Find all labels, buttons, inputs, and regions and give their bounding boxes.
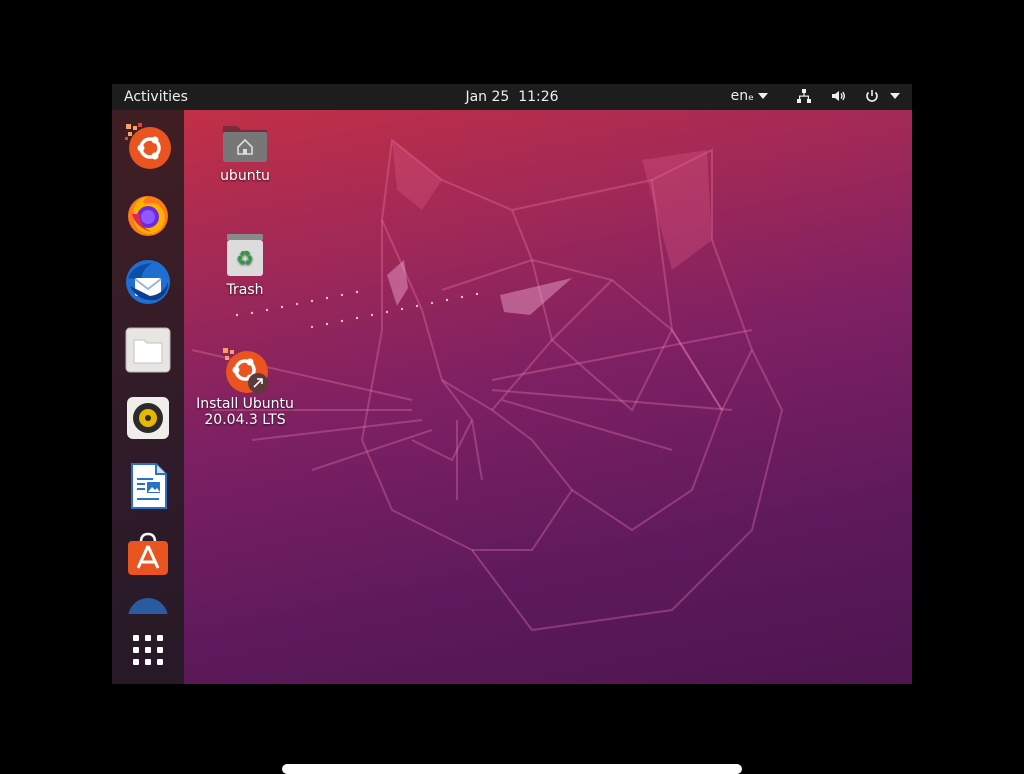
network-icon[interactable]	[796, 88, 812, 104]
input-source-menu[interactable]: enₑ	[731, 88, 768, 104]
desktop-icon-label: ubuntu	[220, 168, 270, 184]
trash-icon: ♻	[221, 232, 269, 280]
dock-item-libreoffice-writer[interactable]	[124, 462, 172, 510]
ubuntu-software-icon	[128, 532, 168, 575]
dock-item-firefox[interactable]	[124, 190, 172, 238]
dock-item-help[interactable]	[124, 594, 172, 614]
ubuntu-installer-icon	[125, 123, 171, 169]
bottom-edge-bar	[282, 764, 742, 774]
desktop-icon-install-ubuntu[interactable]: Install Ubuntu 20.04.3 LTS	[190, 346, 300, 428]
volume-icon[interactable]	[830, 88, 846, 104]
libreoffice-writer-icon	[131, 463, 167, 509]
input-source-label: enₑ	[730, 88, 754, 104]
system-menu-chevron-icon[interactable]	[890, 93, 900, 99]
screen: Activities Jan 25 11:26 enₑ ubuntu ♻ Tra…	[112, 84, 912, 684]
rhythmbox-icon	[127, 397, 169, 439]
dock-item-rhythmbox[interactable]	[124, 394, 172, 442]
dock	[112, 110, 184, 684]
dock-item-ubuntu-software[interactable]	[124, 530, 172, 578]
dock-item-ubuntu-installer[interactable]	[124, 122, 172, 170]
thunderbird-icon	[126, 260, 170, 304]
desktop-icon-trash[interactable]: ♻ Trash	[190, 232, 300, 298]
dock-item-files[interactable]	[124, 326, 172, 374]
files-icon	[125, 327, 171, 373]
clock-date: Jan 25	[465, 89, 510, 105]
chevron-down-icon	[758, 93, 768, 99]
system-tray: enₑ	[731, 88, 900, 104]
firefox-icon	[128, 196, 168, 236]
power-icon[interactable]	[864, 88, 880, 104]
desktop-icon-label: Trash	[226, 282, 264, 298]
top-bar: Activities Jan 25 11:26 enₑ	[112, 84, 912, 110]
desktop-icon-label: Install Ubuntu 20.04.3 LTS	[196, 396, 294, 428]
svg-text:♻: ♻	[236, 246, 254, 270]
dock-item-thunderbird[interactable]	[124, 258, 172, 306]
app-grid-icon	[133, 635, 163, 665]
desktop-icon-home[interactable]: ubuntu	[190, 118, 300, 184]
clock-time: 11:26	[518, 89, 559, 105]
help-icon	[128, 598, 168, 614]
install-ubuntu-icon	[221, 346, 269, 394]
home-folder-icon	[221, 118, 269, 166]
show-applications-button[interactable]	[124, 626, 172, 674]
